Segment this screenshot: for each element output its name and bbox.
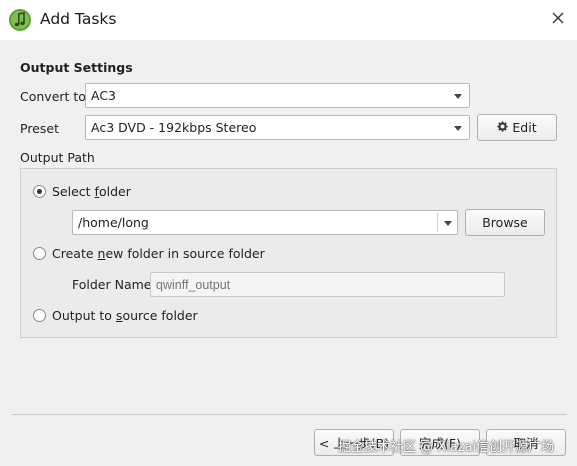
title-bar: Add Tasks xyxy=(0,0,577,40)
footer-divider xyxy=(12,414,567,415)
gear-icon xyxy=(497,120,508,135)
browse-button-label: Browse xyxy=(482,215,528,230)
convert-to-value: AC3 xyxy=(91,88,117,103)
select-folder-label-part: Select xyxy=(52,184,95,199)
create-new-folder-radio[interactable] xyxy=(33,247,46,260)
folder-path-value[interactable]: /home/long xyxy=(78,215,149,230)
edit-button[interactable]: Edit xyxy=(477,114,557,141)
folder-name-label: Folder Name xyxy=(72,277,152,292)
folder-name-field[interactable] xyxy=(150,272,505,297)
chevron-down-icon xyxy=(454,126,462,131)
combo-separator xyxy=(437,213,438,232)
select-folder-label[interactable]: Select folder xyxy=(52,184,131,199)
select-folder-radio[interactable] xyxy=(33,185,46,198)
convert-to-label: Convert to xyxy=(20,89,86,104)
preset-label: Preset xyxy=(20,121,59,136)
output-settings-heading: Output Settings xyxy=(20,60,133,75)
output-source-label-part: ource folder xyxy=(122,308,198,323)
convert-to-select[interactable]: AC3 xyxy=(85,83,470,108)
close-button[interactable] xyxy=(548,9,568,29)
select-folder-label-part: older xyxy=(98,184,131,199)
chevron-down-icon xyxy=(454,94,462,99)
browse-button[interactable]: Browse xyxy=(465,209,545,236)
window-title: Add Tasks xyxy=(40,10,117,28)
create-new-label-part: ew folder in source folder xyxy=(105,246,265,261)
output-to-source-radio[interactable] xyxy=(33,309,46,322)
chevron-down-icon[interactable] xyxy=(444,221,452,226)
folder-path-combo[interactable]: /home/long xyxy=(72,210,458,235)
create-new-label-part: Create xyxy=(52,246,98,261)
output-to-source-label[interactable]: Output to source folder xyxy=(52,308,198,323)
edit-button-label: Edit xyxy=(512,120,537,135)
preset-value: Ac3 DVD - 192kbps Stereo xyxy=(91,120,257,135)
music-note-icon xyxy=(8,8,32,32)
output-source-label-part: Output to xyxy=(52,308,116,323)
create-new-folder-label[interactable]: Create new folder in source folder xyxy=(52,246,265,261)
preset-select[interactable]: Ac3 DVD - 192kbps Stereo xyxy=(85,115,470,140)
close-icon xyxy=(552,12,564,27)
output-path-heading: Output Path xyxy=(20,150,95,165)
watermark: 掘金技术社区 @ Xiazai信创开源广场 xyxy=(338,440,555,455)
